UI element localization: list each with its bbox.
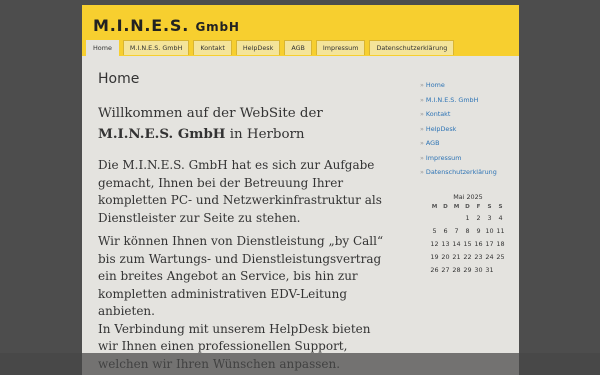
calendar-day: 15 [463, 240, 472, 248]
tab-helpdesk[interactable]: HelpDesk [235, 40, 281, 55]
site-title[interactable]: M.I.N.E.S. GmbH [93, 16, 240, 35]
calendar-day: 13 [441, 240, 450, 248]
sidebar-item-home[interactable]: » Home [420, 78, 515, 93]
calendar-day: 23 [474, 253, 483, 261]
calendar-day: 26 [430, 266, 439, 274]
calendar-day [495, 264, 506, 277]
welcome-headline: Willkommen auf der WebSite der M.I.N.E.S… [98, 103, 394, 145]
sidebar-item-agb[interactable]: » AGB [420, 136, 515, 151]
bullet-icon: » [420, 168, 424, 176]
calendar-day: 20 [441, 253, 450, 261]
calendar-day: 19 [430, 253, 439, 261]
calendar-day: 2 [476, 214, 481, 222]
calendar-day: 25 [496, 253, 505, 261]
tab-agb[interactable]: AGB [284, 40, 312, 55]
calendar-day: 22 [463, 253, 472, 261]
bullet-icon: » [420, 110, 424, 118]
tab-impressum[interactable]: Impressum [315, 40, 366, 55]
calendar-weekday: S [487, 204, 492, 210]
sidebar-item-label: Kontakt [425, 110, 451, 118]
calendar-day: 31 [485, 266, 494, 274]
calendar-grid: M D M D F S S 1 2 3 4 5 6 7 8 9 10 11 12 13 14 15 16 17 18 19 20 21… [429, 202, 507, 277]
calendar-weekday: D [443, 204, 448, 210]
sidebar-item-kontakt[interactable]: » Kontakt [420, 107, 515, 122]
calendar-day [429, 212, 440, 225]
cookie-banner [0, 353, 600, 375]
calendar-day: 24 [485, 253, 494, 261]
intro-paragraph: Die M.I.N.E.S. GmbH hat es sich zur Aufg… [98, 158, 382, 225]
calendar-day [440, 212, 451, 225]
sidebar-item-label: AGB [425, 139, 440, 147]
calendar-day: 10 [485, 227, 494, 235]
tab-mines-gmbh[interactable]: M.I.N.E.S. GmbH [122, 40, 190, 55]
calendar-day: 4 [498, 214, 503, 222]
services-paragraph: Wir können Ihnen von Dienstleistung „by … [98, 234, 384, 318]
welcome-company: M.I.N.E.S. GmbH [98, 126, 226, 142]
calendar-day: 29 [463, 266, 472, 274]
calendar-day: 27 [441, 266, 450, 274]
calendar-weekday: M [431, 204, 438, 210]
calendar-day: 18 [496, 240, 505, 248]
sidebar-item-impressum[interactable]: » Impressum [420, 151, 515, 166]
calendar-day: 1 [465, 214, 470, 222]
calendar-day: 12 [430, 240, 439, 248]
calendar-day: 7 [454, 227, 459, 235]
calendar-weekday: M [453, 204, 460, 210]
sidebar-item-helpdesk[interactable]: » HelpDesk [420, 122, 515, 137]
calendar-weekday: S [498, 204, 503, 210]
calendar-day: 16 [474, 240, 483, 248]
calendar-day: 14 [452, 240, 461, 248]
bullet-icon: » [420, 81, 424, 89]
tab-datenschutz[interactable]: Datenschutzerklärung [369, 40, 455, 55]
sidebar-item-label: M.I.N.E.S. GmbH [425, 95, 479, 104]
welcome-location: in Herborn [225, 127, 305, 142]
sidebar-item-mines-gmbh[interactable]: » M.I.N.E.S. GmbH [420, 93, 515, 108]
tab-kontakt[interactable]: Kontakt [193, 40, 232, 55]
calendar-day: 5 [432, 227, 437, 235]
calendar-day: 6 [443, 227, 448, 235]
main-content: Home Willkommen auf der WebSite der M.I.… [98, 71, 394, 375]
bullet-icon: » [420, 124, 424, 133]
page-title: Home [98, 71, 140, 87]
calendar-caption: Mai 2025 [453, 193, 483, 201]
bullet-icon: » [420, 153, 424, 162]
sidebar-item-label: Impressum [425, 153, 462, 162]
page-container: M.I.N.E.S. GmbH Home M.I.N.E.S. GmbH Kon… [82, 5, 519, 375]
calendar-weekday: D [465, 204, 470, 210]
welcome-text: Willkommen auf der WebSite der [98, 106, 323, 121]
calendar-day: 11 [496, 227, 505, 235]
tab-home[interactable]: Home [86, 40, 119, 56]
sidebar-item-label: HelpDesk [425, 124, 457, 133]
calendar-day [451, 212, 462, 225]
calendar-widget: Mai 2025 M D M D F S S 1 2 3 4 5 6 7 8 9 10 11 12 13 14 15 16 1… [429, 192, 507, 277]
site-title-name: M.I.N.E.S. [93, 16, 196, 35]
bullet-icon: » [420, 139, 424, 147]
main-navigation: Home M.I.N.E.S. GmbH Kontakt HelpDesk AG… [86, 40, 455, 56]
sidebar-item-datenschutz[interactable]: » Datenschutzerklärung [420, 165, 515, 180]
calendar-day: 8 [465, 227, 470, 235]
sidebar-menu: » Home » M.I.N.E.S. GmbH » Kontakt » HelpDes… [420, 78, 515, 180]
sidebar-item-label: Datenschutzerklärung [425, 168, 497, 176]
calendar-day: 3 [487, 214, 492, 222]
calendar-day: 28 [452, 266, 461, 274]
sidebar-item-label: Home [425, 81, 445, 89]
calendar-day: 17 [485, 240, 494, 248]
calendar-day: 21 [452, 253, 461, 261]
calendar-day: 9 [476, 227, 481, 235]
site-title-suffix: GmbH [195, 20, 240, 34]
bullet-icon: » [420, 95, 424, 104]
site-header: M.I.N.E.S. GmbH Home M.I.N.E.S. GmbH Kon… [82, 5, 519, 56]
calendar-weekday: F [476, 204, 481, 210]
calendar-day: 30 [474, 266, 483, 274]
